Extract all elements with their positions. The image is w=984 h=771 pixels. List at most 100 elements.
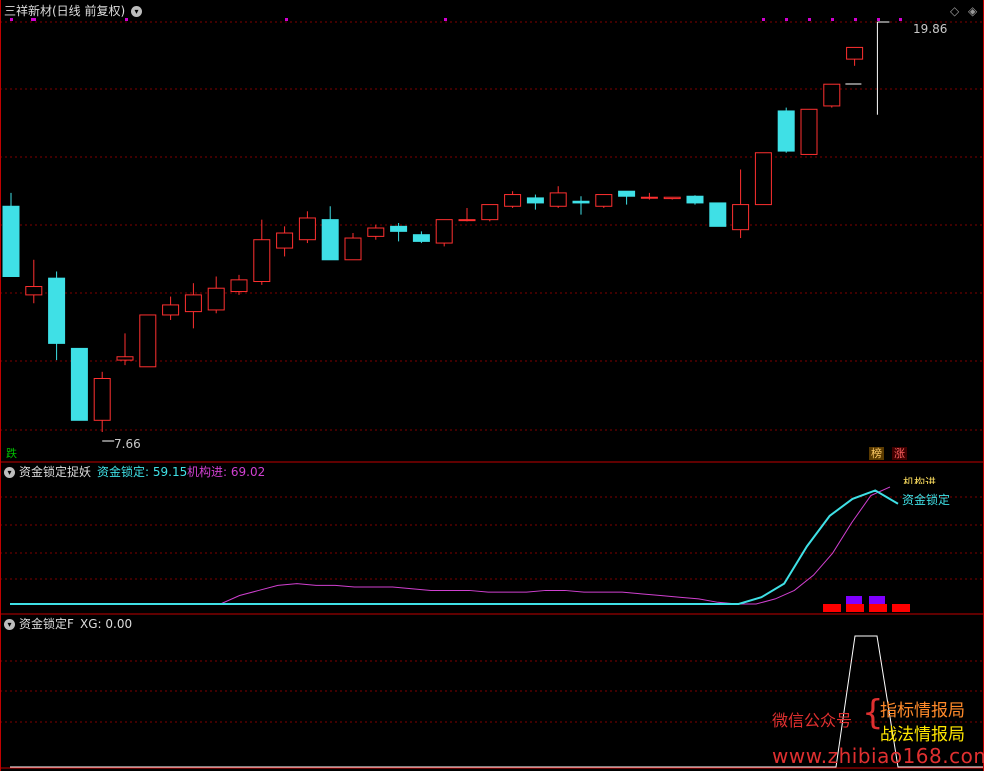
candle-body — [162, 304, 180, 316]
grid-lines — [0, 21, 984, 723]
candle-body — [846, 46, 864, 60]
title-dropdown-icon[interactable]: ▾ — [131, 6, 142, 17]
signal-dot — [31, 18, 34, 21]
candle — [618, 190, 636, 205]
candle-body — [184, 294, 202, 313]
candle — [298, 211, 316, 244]
candle — [2, 192, 20, 277]
candle — [754, 152, 772, 206]
candle-body — [93, 377, 111, 421]
candle-body — [595, 194, 613, 207]
panel1-dropdown-icon[interactable]: ▾ — [4, 467, 15, 478]
candle-body — [390, 225, 408, 232]
settings-icon[interactable]: ◈ — [968, 4, 977, 18]
candle — [686, 195, 704, 205]
signal-dot — [762, 18, 765, 21]
candle-body — [709, 202, 727, 227]
candle-body — [70, 347, 88, 421]
candle — [412, 231, 430, 244]
candle-body — [458, 219, 476, 222]
candle-body — [549, 192, 567, 207]
candle — [709, 202, 727, 227]
candle-body — [230, 279, 248, 293]
signal-dot — [785, 18, 788, 21]
candle — [48, 271, 66, 361]
candle-body — [572, 200, 590, 204]
signal-dot — [899, 18, 902, 21]
institution-in-tag: 机构进 — [903, 476, 936, 484]
down-ranking-tag[interactable]: 跌 — [4, 447, 19, 460]
candle — [321, 206, 339, 261]
candle-body — [504, 194, 522, 207]
watermark-brand-1: 指标情报局 — [880, 701, 965, 721]
candle — [253, 219, 271, 285]
candle-body — [367, 227, 385, 237]
signal-bar-red — [892, 604, 910, 612]
candle — [390, 222, 408, 242]
candle-body — [207, 287, 225, 311]
candle — [230, 274, 248, 295]
panel2-dropdown-icon[interactable]: ▾ — [4, 619, 15, 630]
candlestick-series[interactable] — [2, 21, 890, 442]
low-price-label: 7.66 — [114, 437, 141, 451]
candle-body — [253, 239, 271, 283]
up-ranking-tag[interactable]: 涨 — [892, 447, 907, 460]
candle-body — [25, 286, 43, 296]
candle — [184, 283, 202, 329]
candle-body — [116, 356, 134, 361]
candle-body — [412, 234, 430, 242]
signal-dot — [831, 18, 834, 21]
candle-body — [435, 219, 453, 244]
candle — [70, 347, 88, 421]
candle-body — [618, 190, 636, 197]
candle-body — [321, 219, 339, 261]
candle-body — [686, 195, 704, 204]
fund-lock-line — [10, 489, 899, 605]
signal-dot — [854, 18, 857, 21]
signal-bar-purple — [869, 596, 885, 604]
ranking-tag[interactable]: 榜 — [869, 447, 884, 460]
signal-bar-red — [846, 604, 864, 612]
candle-body — [48, 277, 66, 344]
candle — [435, 219, 453, 247]
watermark-brand-2: 战法情报局 — [880, 725, 965, 745]
watermark-url[interactable]: www.zhibiao168.com — [772, 744, 984, 768]
candle-body — [732, 204, 750, 231]
panel1-title: 资金锁定捉妖 — [19, 465, 92, 479]
candle — [504, 191, 522, 208]
candle-body — [823, 83, 841, 107]
candle — [640, 192, 658, 200]
candle — [823, 83, 841, 108]
candle-body — [276, 232, 294, 249]
wechat-label: 微信公众号 — [772, 711, 853, 730]
signal-dot — [10, 18, 13, 21]
candle — [846, 46, 864, 66]
chart-canvas — [0, 0, 984, 771]
candle — [549, 186, 567, 208]
candle — [572, 196, 590, 215]
fund-lock-tag: 资金锁定 — [902, 493, 951, 507]
candle — [663, 196, 681, 200]
zoom-diamond-icon[interactable]: ◇ — [950, 4, 959, 18]
panel-frames — [0, 0, 984, 771]
candle-body — [344, 237, 362, 261]
candle-body — [640, 196, 658, 199]
signal-dot — [444, 18, 447, 21]
signal-dot — [285, 18, 288, 21]
signal-bar-red — [823, 604, 841, 612]
candle-body — [754, 152, 772, 206]
fund-lock-value: 资金锁定: 59.15 — [97, 465, 188, 479]
high-price-label: 19.86 — [913, 22, 948, 36]
signal-bar-red — [869, 604, 887, 612]
fund-lock-indicator[interactable] — [10, 486, 910, 612]
candle — [162, 296, 180, 320]
signal-bar-purple — [846, 596, 862, 604]
candle — [344, 233, 362, 261]
signal-dot — [125, 18, 128, 21]
signal-dots — [10, 18, 902, 21]
candle — [595, 194, 613, 208]
candle-body — [298, 217, 316, 241]
candle — [139, 314, 157, 368]
candle — [526, 194, 544, 210]
signal-dot — [808, 18, 811, 21]
